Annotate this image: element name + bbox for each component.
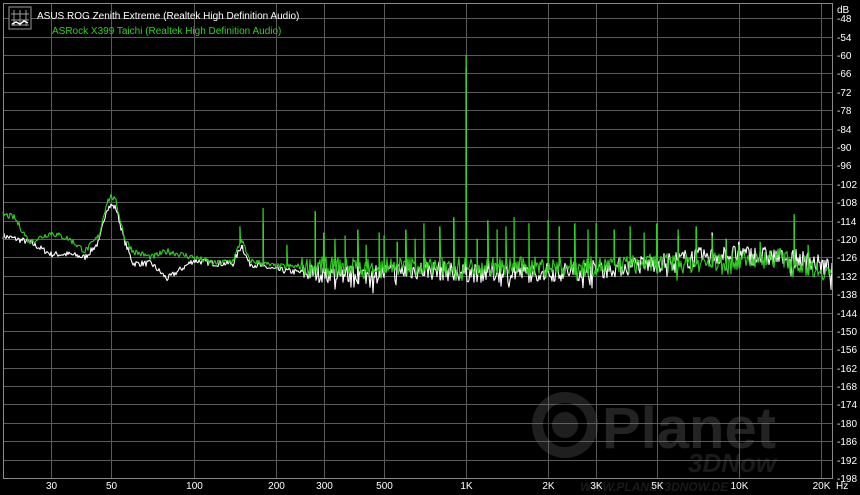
x-tick-label: 5K	[651, 481, 664, 492]
x-tick-label: 10K	[731, 481, 749, 492]
y-tick-label: -66	[837, 69, 852, 80]
y-tick-label: -60	[837, 51, 852, 62]
y-tick-label: -114	[837, 217, 857, 228]
legend-toggle-icon[interactable]	[8, 6, 32, 30]
x-tick-label: 100	[186, 481, 203, 492]
y-tick-label: -108	[837, 198, 857, 209]
y-tick-label: -174	[837, 400, 857, 411]
x-tick-label: 30	[46, 481, 58, 492]
x-axis-unit: Hz	[836, 481, 848, 492]
y-tick-label: -186	[837, 437, 857, 448]
legend-entry-asrock: ASRock X399 Taichi (Realtek High Definit…	[52, 26, 281, 37]
y-tick-label: -132	[837, 272, 857, 283]
y-tick-label: -90	[837, 143, 852, 154]
x-tick-label: 1K	[460, 481, 473, 492]
y-tick-label: -144	[837, 309, 857, 320]
x-tick-label: 3K	[590, 481, 603, 492]
spectrum-chart: Planet 3DNow WWW.PLANET3DNOW.DE 30 50 100 2…	[0, 0, 860, 495]
x-tick-label: 20K	[813, 481, 831, 492]
y-tick-label: -120	[837, 235, 857, 246]
y-tick-label: -192	[837, 456, 857, 467]
watermark-sub: 3DNow	[688, 448, 778, 478]
legend-entry-asus: ASUS ROG Zenith Extreme (Realtek High De…	[37, 11, 299, 22]
y-tick-label: -78	[837, 106, 852, 117]
y-tick-label: -150	[837, 327, 857, 338]
x-tick-label: 2K	[542, 481, 555, 492]
y-tick-label: -180	[837, 419, 857, 430]
y-tick-label: -156	[837, 345, 857, 356]
y-tick-label: -72	[837, 88, 852, 99]
x-tick-label: 50	[106, 481, 118, 492]
y-tick-label: -54	[837, 33, 852, 44]
y-tick-label: -168	[837, 382, 857, 393]
y-tick-label: -162	[837, 364, 857, 375]
x-tick-label: 300	[316, 481, 333, 492]
y-tick-label: -138	[837, 290, 857, 301]
y-axis-unit: dB	[837, 5, 850, 16]
y-tick-label: -102	[837, 180, 857, 191]
y-tick-label: -96	[837, 161, 852, 172]
y-tick-label: -126	[837, 253, 857, 264]
x-tick-label: 500	[376, 481, 393, 492]
y-tick-label: -84	[837, 125, 852, 136]
x-tick-label: 200	[268, 481, 285, 492]
